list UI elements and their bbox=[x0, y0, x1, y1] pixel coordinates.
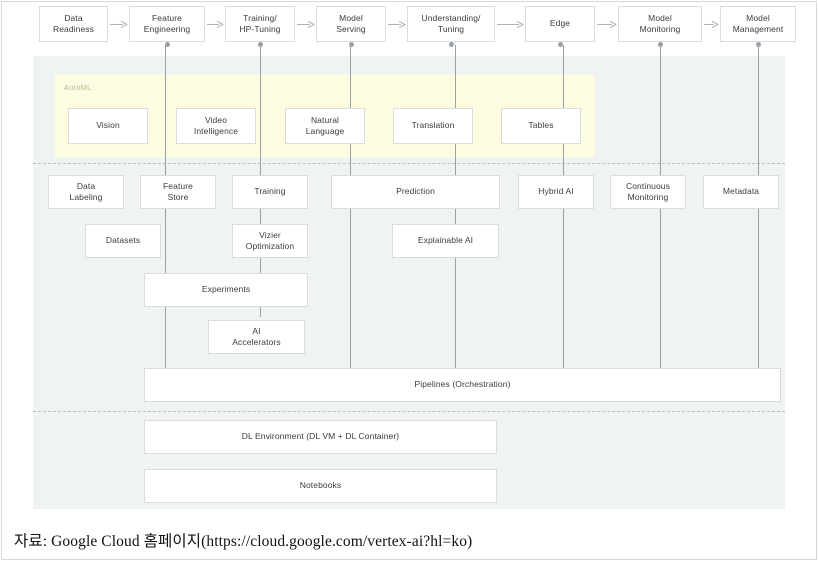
connector-dot-model-management bbox=[755, 42, 761, 47]
source-caption: 자료: Google Cloud 홈페이지(https://cloud.goog… bbox=[14, 533, 473, 550]
stage-model-management[interactable]: Model Management bbox=[720, 6, 796, 42]
service-training[interactable]: Training bbox=[232, 175, 308, 209]
service-dl-environment-dl-vm-dl-container[interactable]: DL Environment (DL VM + DL Container) bbox=[144, 420, 497, 454]
arrow-right-icon-2 bbox=[207, 20, 224, 29]
service-experiments[interactable]: Experiments bbox=[144, 273, 308, 307]
stage-understanding-tuning[interactable]: Understanding/ Tuning bbox=[407, 6, 495, 42]
stage-training-hp-tuning[interactable]: Training/ HP-Tuning bbox=[225, 6, 295, 42]
connector-dot-model-serving bbox=[348, 42, 354, 47]
stage-data-readiness[interactable]: Data Readiness bbox=[39, 6, 108, 42]
automl-tables[interactable]: Tables bbox=[501, 108, 581, 144]
connector-dot-model-monitoring bbox=[657, 42, 663, 47]
service-metadata[interactable]: Metadata bbox=[703, 175, 779, 209]
automl-natural-language[interactable]: Natural Language bbox=[285, 108, 365, 144]
arrow-right-icon-6 bbox=[597, 20, 617, 29]
section-divider-1 bbox=[33, 163, 785, 164]
service-data-labeling[interactable]: Data Labeling bbox=[48, 175, 124, 209]
connector-dot-training-hp-tuning bbox=[257, 42, 263, 47]
service-prediction[interactable]: Prediction bbox=[331, 175, 500, 209]
connector-line-1 bbox=[165, 45, 166, 386]
connector-dot-understanding-tuning bbox=[448, 42, 454, 47]
automl-video-intelligence[interactable]: Video Intelligence bbox=[176, 108, 256, 144]
diagram-canvas: AutoML Data Readiness Feature Engineering… bbox=[0, 0, 818, 561]
service-hybrid-ai[interactable]: Hybrid AI bbox=[518, 175, 594, 209]
arrow-right-icon-7 bbox=[704, 20, 719, 29]
stage-model-monitoring[interactable]: Model Monitoring bbox=[618, 6, 702, 42]
arrow-right-icon-5 bbox=[497, 20, 524, 29]
arrow-right-icon-1 bbox=[110, 20, 128, 29]
service-vizier-optimization[interactable]: Vizier Optimization bbox=[232, 224, 308, 258]
service-explainable-ai[interactable]: Explainable AI bbox=[392, 224, 499, 258]
stage-feature-engineering[interactable]: Feature Engineering bbox=[129, 6, 205, 42]
service-ai-accelerators[interactable]: AI Accelerators bbox=[208, 320, 305, 354]
automl-translation[interactable]: Translation bbox=[393, 108, 473, 144]
automl-section-label: AutoML bbox=[64, 83, 92, 92]
section-divider-2 bbox=[33, 411, 785, 412]
service-notebooks[interactable]: Notebooks bbox=[144, 469, 497, 503]
service-feature-store[interactable]: Feature Store bbox=[140, 175, 216, 209]
stage-edge[interactable]: Edge bbox=[525, 6, 595, 42]
connector-dot-edge bbox=[557, 42, 563, 47]
connector-dot-feature-engineering bbox=[164, 42, 170, 47]
stage-model-serving[interactable]: Model Serving bbox=[316, 6, 386, 42]
automl-vision[interactable]: Vision bbox=[68, 108, 148, 144]
arrow-right-icon-4 bbox=[388, 20, 406, 29]
arrow-right-icon-3 bbox=[297, 20, 315, 29]
service-continuous-monitoring[interactable]: Continuous Monitoring bbox=[610, 175, 686, 209]
service-datasets[interactable]: Datasets bbox=[85, 224, 161, 258]
service-pipelines-orchestration[interactable]: Pipelines (Orchestration) bbox=[144, 368, 781, 402]
